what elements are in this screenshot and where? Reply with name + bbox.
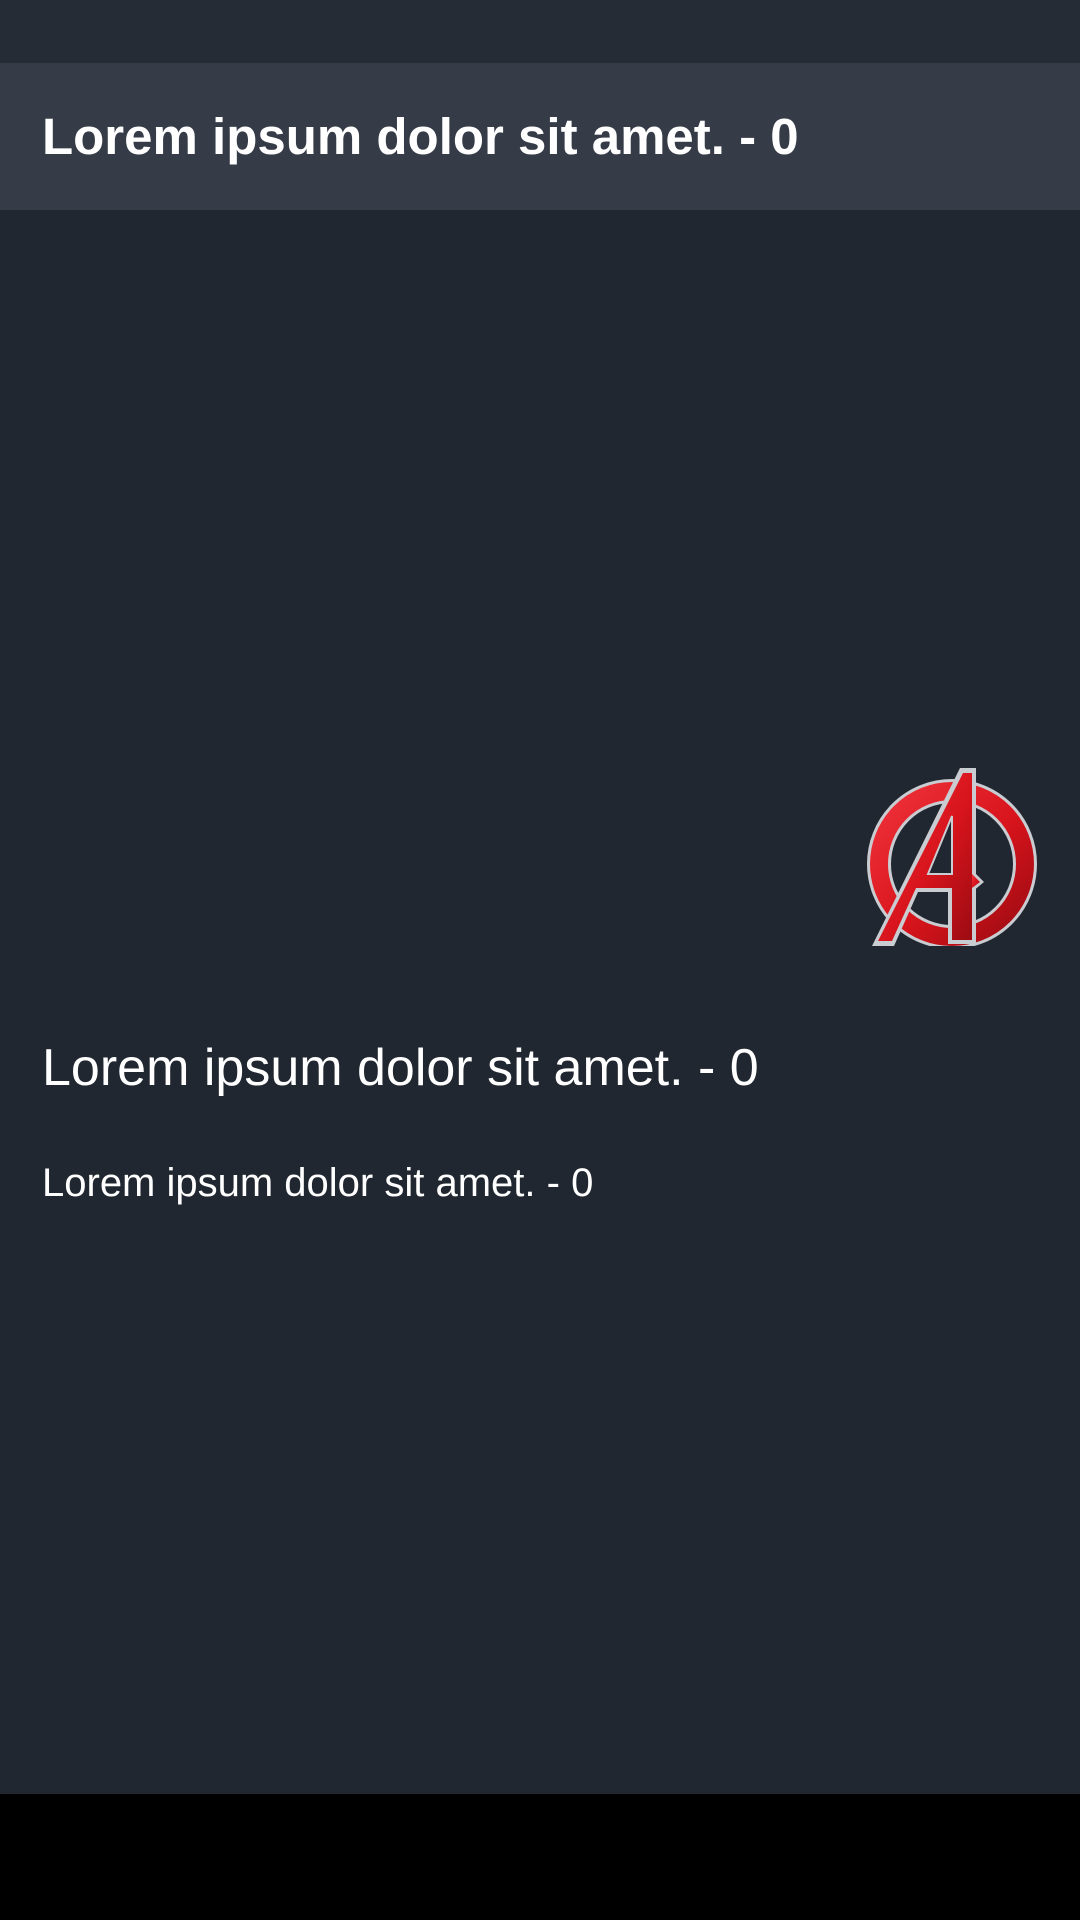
main-content: Lorem ipsum dolor sit amet. - 0 Lorem ip… [0,210,1080,1794]
status-bar [0,0,1080,63]
subline-text: Lorem ipsum dolor sit amet. - 0 [42,1161,594,1205]
navigation-bar [0,1794,1080,1920]
headline-text: Lorem ipsum dolor sit amet. - 0 [42,1039,759,1097]
app-bar-title: Lorem ipsum dolor sit amet. - 0 [42,108,799,165]
avengers-logo-icon [866,764,1038,949]
app-bar: Lorem ipsum dolor sit amet. - 0 [0,63,1080,210]
app-screen: Lorem ipsum dolor sit amet. - 0 Lorem ip… [0,0,1080,1920]
